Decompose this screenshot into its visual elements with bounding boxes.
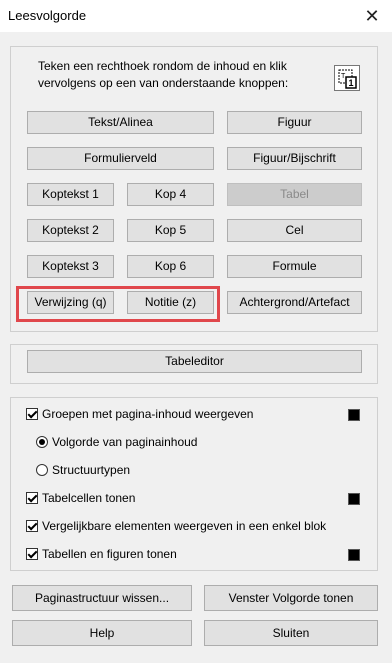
achtergrond-artefact-button[interactable]: Achtergrond/Artefact	[227, 291, 362, 314]
tabelcellen-checkbox[interactable]	[26, 492, 38, 504]
close-icon[interactable]: ✕	[352, 0, 392, 32]
vergelijkbare-option[interactable]: Vergelijkbare elementen weergeven in een…	[26, 519, 326, 533]
groepen-option[interactable]: Groepen met pagina-inhoud weergeven	[26, 407, 253, 421]
volgorde-option[interactable]: Volgorde van paginainhoud	[36, 435, 197, 449]
volgorde-label: Volgorde van paginainhoud	[52, 435, 198, 449]
kop4-button[interactable]: Kop 4	[127, 183, 214, 206]
sluiten-button[interactable]: Sluiten	[204, 620, 378, 646]
notitie-button[interactable]: Notitie (z)	[127, 291, 214, 314]
structuurtypen-option[interactable]: Structuurtypen	[36, 463, 130, 477]
window-title: Leesvolgorde	[8, 8, 87, 23]
groepen-label: Groepen met pagina-inhoud weergeven	[42, 407, 254, 421]
tabeleditor-button[interactable]: Tabeleditor	[27, 350, 362, 373]
kop5-button[interactable]: Kop 5	[127, 219, 214, 242]
vergelijkbare-checkbox[interactable]	[26, 520, 38, 532]
kop6-button[interactable]: Kop 6	[127, 255, 214, 278]
venster-volgorde-tonen-button[interactable]: Venster Volgorde tonen	[204, 585, 378, 611]
groepen-color-swatch[interactable]	[348, 409, 360, 421]
structuurtypen-label: Structuurtypen	[52, 463, 131, 477]
tabellen-figuren-checkbox[interactable]	[26, 548, 38, 560]
vergelijkbare-label: Vergelijkbare elementen weergeven in een…	[42, 519, 327, 533]
figuur-button[interactable]: Figuur	[227, 111, 362, 134]
groepen-checkbox[interactable]	[26, 408, 38, 420]
tabel-button[interactable]: Tabel	[227, 183, 362, 206]
instructions-text: Teken een rechthoek rondom de inhoud en …	[38, 59, 289, 90]
svg-text:1: 1	[349, 78, 354, 88]
formule-button[interactable]: Formule	[227, 255, 362, 278]
tabelcellen-label: Tabelcellen tonen	[42, 491, 136, 505]
options-panel	[10, 397, 378, 571]
koptekst1-button[interactable]: Koptekst 1	[27, 183, 114, 206]
figuur-bijschrift-button[interactable]: Figuur/Bijschrift	[227, 147, 362, 170]
structuurtypen-radio[interactable]	[36, 464, 48, 476]
formulierveld-button[interactable]: Formulierveld	[27, 147, 214, 170]
tabelcellen-color-swatch[interactable]	[348, 493, 360, 505]
paginastructuur-wissen-button[interactable]: Paginastructuur wissen...	[12, 585, 192, 611]
tekst-alinea-button[interactable]: Tekst/Alinea	[27, 111, 214, 134]
draw-rectangle-icon[interactable]: T 1	[334, 65, 360, 91]
tabelcellen-option[interactable]: Tabelcellen tonen	[26, 491, 135, 505]
title-bar: Leesvolgorde ✕	[0, 0, 392, 32]
cel-button[interactable]: Cel	[227, 219, 362, 242]
koptekst3-button[interactable]: Koptekst 3	[27, 255, 114, 278]
verwijzing-button[interactable]: Verwijzing (q)	[27, 291, 114, 314]
koptekst2-button[interactable]: Koptekst 2	[27, 219, 114, 242]
volgorde-radio[interactable]	[36, 436, 48, 448]
tabellen-figuren-label: Tabellen en figuren tonen	[42, 547, 177, 561]
tabellen-figuren-color-swatch[interactable]	[348, 549, 360, 561]
help-button[interactable]: Help	[12, 620, 192, 646]
tabellen-figuren-option[interactable]: Tabellen en figuren tonen	[26, 547, 177, 561]
